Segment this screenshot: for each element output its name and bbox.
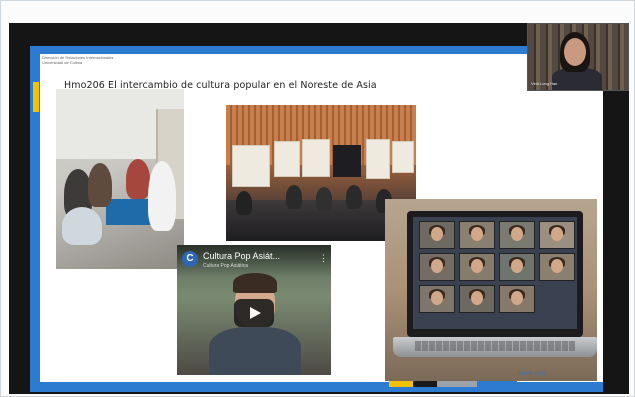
footer-strip-black bbox=[413, 381, 437, 387]
videocall-grid bbox=[413, 217, 577, 329]
footer-strip-yellow bbox=[389, 381, 413, 387]
participant-name: Vinh Long Han bbox=[531, 81, 558, 86]
participant-face bbox=[564, 38, 586, 66]
videocall-tile bbox=[499, 285, 535, 313]
slide-header-line: Universidad de Colima bbox=[42, 60, 83, 65]
slide-footer-url: www.uco. bbox=[519, 371, 548, 377]
photo-poster bbox=[302, 139, 330, 177]
window: Dirección de Relaciones Internacionales … bbox=[0, 0, 635, 397]
videocall-tile bbox=[499, 221, 535, 249]
tile-face bbox=[471, 227, 483, 241]
photo-group-room bbox=[56, 89, 184, 269]
photo-laptop-videocall bbox=[385, 199, 597, 381]
slide-header: Dirección de Relaciones Internacionales … bbox=[42, 55, 113, 65]
slide-frame-top bbox=[30, 46, 603, 54]
more-options-icon[interactable]: ⋮ bbox=[319, 251, 328, 265]
photo-poster bbox=[366, 139, 390, 179]
slide-accent-bar bbox=[33, 82, 39, 112]
photo-person bbox=[236, 191, 252, 215]
photo-poster bbox=[392, 141, 414, 173]
tile-face bbox=[511, 259, 523, 273]
laptop-keyboard bbox=[415, 341, 575, 351]
tile-face bbox=[471, 291, 483, 305]
videocall-tile bbox=[459, 285, 495, 313]
videocall-tile bbox=[539, 253, 575, 281]
photo-person bbox=[286, 185, 302, 209]
video-person-body bbox=[209, 327, 301, 375]
photo-person bbox=[88, 163, 112, 207]
slide-frame-bottom bbox=[30, 382, 603, 392]
tile-face bbox=[471, 259, 483, 273]
videocall-tile bbox=[459, 253, 495, 281]
photo-person bbox=[346, 185, 362, 209]
videocall-tile bbox=[419, 253, 455, 281]
channel-avatar[interactable]: C bbox=[182, 251, 198, 267]
tile-face bbox=[511, 227, 523, 241]
photo-poster bbox=[232, 145, 270, 187]
tile-face bbox=[431, 227, 443, 241]
footer-strip-blue bbox=[477, 381, 517, 387]
photo-person bbox=[148, 161, 176, 231]
participant-video-thumbnail[interactable]: Vinh Long Han bbox=[527, 23, 629, 91]
footer-strip-gray bbox=[437, 381, 477, 387]
videocall-tile bbox=[459, 221, 495, 249]
videocall-tile bbox=[539, 221, 575, 249]
photo-person bbox=[316, 187, 332, 211]
video-embed[interactable]: C Cultura Pop Asiát... Cultura Pop Asiát… bbox=[177, 245, 331, 375]
photo-person bbox=[126, 159, 150, 199]
photo-monitor bbox=[333, 145, 361, 177]
laptop-screen bbox=[407, 211, 583, 337]
play-button[interactable] bbox=[234, 299, 274, 327]
tile-face bbox=[431, 259, 443, 273]
photo-person bbox=[62, 207, 102, 245]
tile-face bbox=[551, 227, 563, 241]
video-channel-name: Cultura Pop Asiática bbox=[203, 263, 249, 269]
video-title-bar: C Cultura Pop Asiát... Cultura Pop Asiát… bbox=[177, 245, 331, 277]
videocall-tile bbox=[419, 221, 455, 249]
tile-face bbox=[511, 291, 523, 305]
videocall-tile bbox=[419, 285, 455, 313]
tile-face bbox=[551, 259, 563, 273]
tile-face bbox=[431, 291, 443, 305]
video-title[interactable]: Cultura Pop Asiát... bbox=[203, 251, 280, 261]
videocall-tile bbox=[499, 253, 535, 281]
photo-poster bbox=[274, 141, 300, 177]
